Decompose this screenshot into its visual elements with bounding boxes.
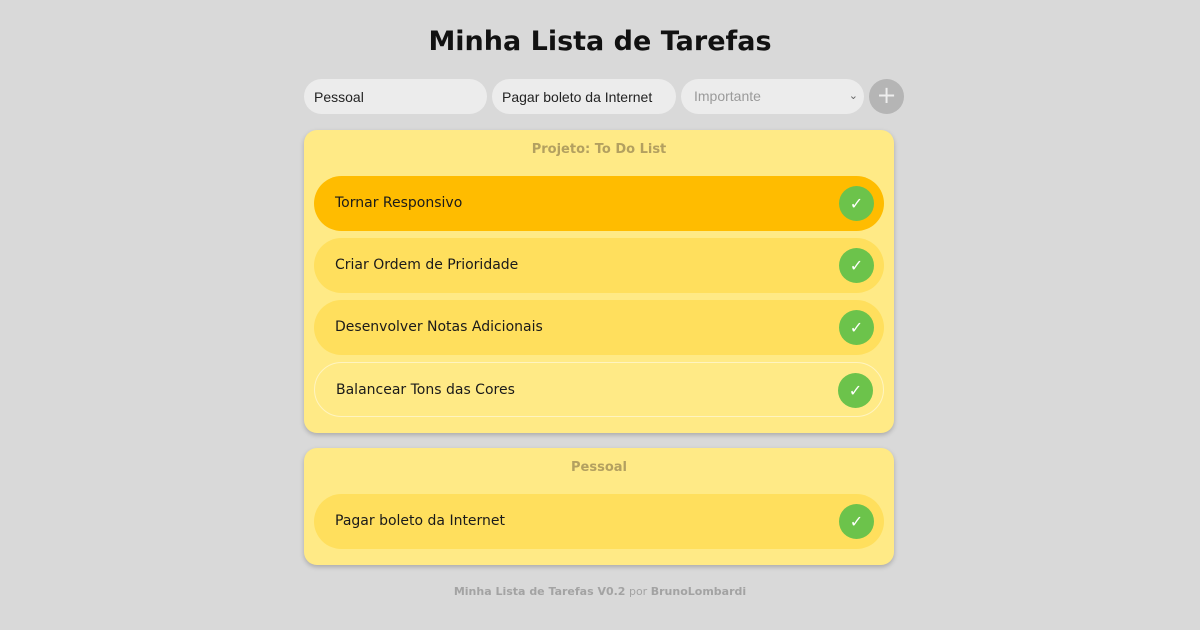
- task-item[interactable]: Criar Ordem de Prioridade ✓: [314, 238, 884, 293]
- add-task-button[interactable]: +: [869, 79, 904, 114]
- new-task-form: Importante ⌄ +: [304, 79, 904, 114]
- task-label: Balancear Tons das Cores: [336, 382, 515, 398]
- task-input[interactable]: [492, 79, 676, 114]
- app-page: Minha Lista de Tarefas Importante ⌄ + Pr…: [0, 0, 1200, 630]
- task-item[interactable]: Pagar boleto da Internet ✓: [314, 494, 884, 549]
- page-title: Minha Lista de Tarefas: [428, 26, 772, 57]
- check-icon: ✓: [849, 194, 864, 213]
- task-label: Criar Ordem de Prioridade: [335, 257, 519, 273]
- task-item[interactable]: Tornar Responsivo ✓: [314, 176, 884, 231]
- complete-task-button[interactable]: ✓: [839, 186, 874, 221]
- task-group-project: Projeto: To Do List Tornar Responsivo ✓ …: [304, 130, 894, 433]
- check-icon: ✓: [849, 256, 864, 275]
- group-title: Projeto: To Do List: [531, 142, 667, 157]
- footer: Minha Lista de Tarefas V0.2 por BrunoLom…: [0, 585, 1200, 598]
- task-label: Tornar Responsivo: [335, 195, 463, 211]
- plus-icon: +: [876, 81, 897, 109]
- group-title: Pessoal: [571, 460, 627, 475]
- task-group-personal: Pessoal Pagar boleto da Internet ✓: [304, 448, 894, 565]
- check-icon: ✓: [849, 512, 864, 531]
- footer-app-version: Minha Lista de Tarefas V0.2: [453, 585, 626, 598]
- check-icon: ✓: [848, 381, 863, 400]
- task-label: Pagar boleto da Internet: [335, 513, 506, 529]
- complete-task-button[interactable]: ✓: [838, 373, 873, 408]
- chevron-down-icon: ⌄: [848, 90, 858, 102]
- complete-task-button[interactable]: ✓: [839, 248, 874, 283]
- complete-task-button[interactable]: ✓: [839, 310, 874, 345]
- task-item[interactable]: Desenvolver Notas Adicionais ✓: [314, 300, 884, 355]
- priority-select[interactable]: Importante ⌄: [681, 79, 864, 114]
- complete-task-button[interactable]: ✓: [839, 504, 874, 539]
- task-label: Desenvolver Notas Adicionais: [335, 319, 543, 335]
- task-item[interactable]: Balancear Tons das Cores ✓: [314, 362, 884, 417]
- category-input[interactable]: [304, 79, 487, 114]
- check-icon: ✓: [849, 318, 864, 337]
- footer-author: BrunoLombardi: [650, 585, 747, 598]
- footer-by: por: [628, 585, 648, 598]
- priority-select-placeholder: Importante: [694, 88, 761, 104]
